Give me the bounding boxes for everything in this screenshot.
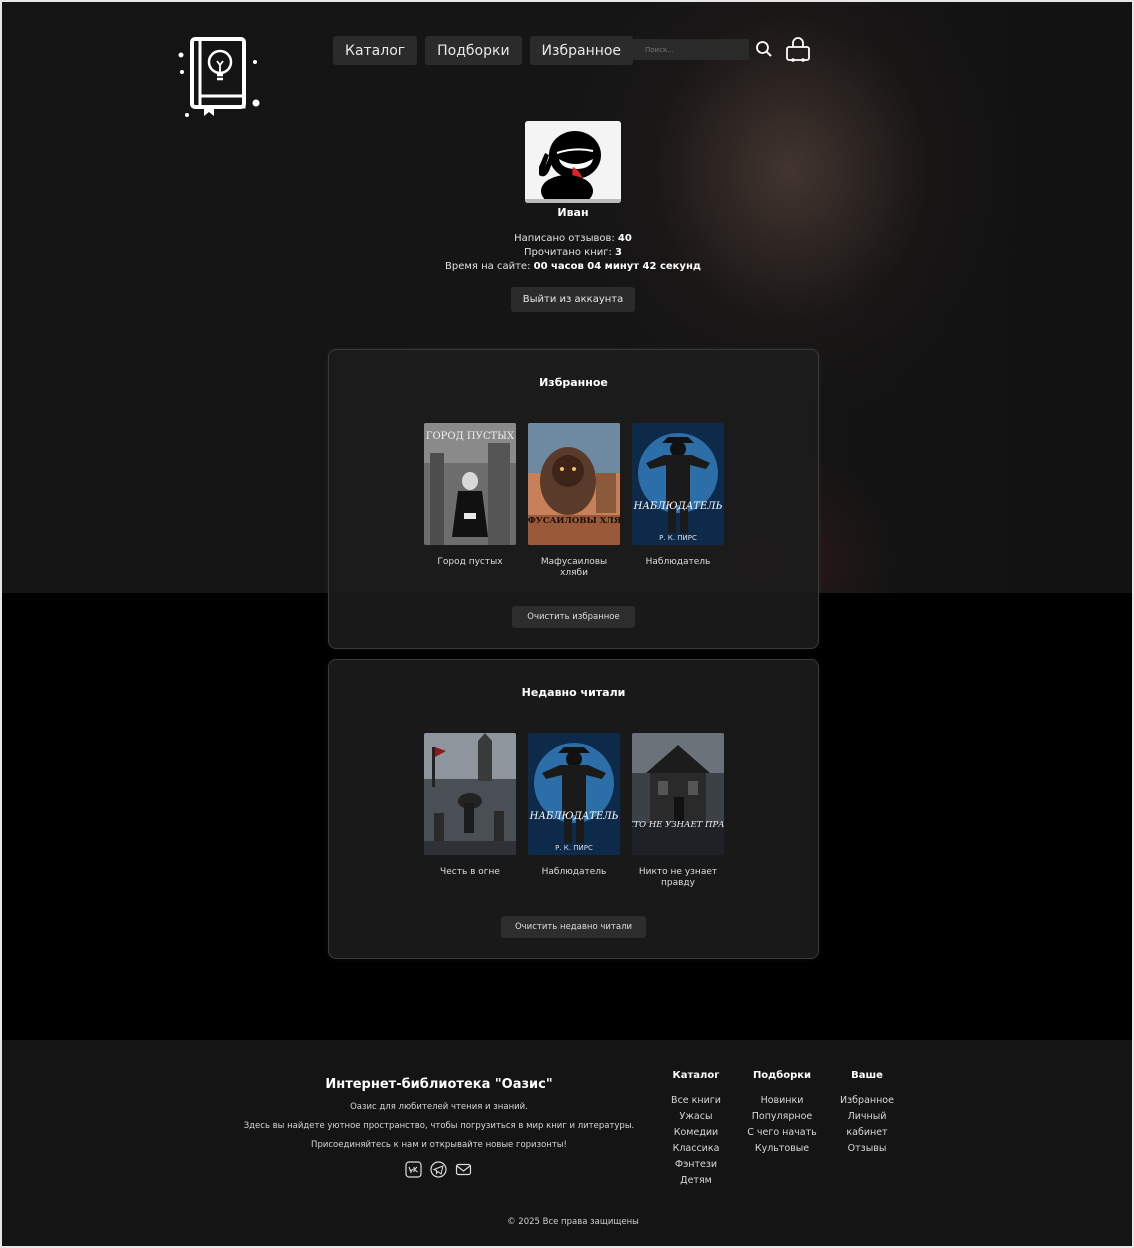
social-links [405,1161,472,1178]
favorites-panel: Избранное ГОРОД ПУСТЫХ Город пустых ФУСА… [328,349,819,649]
footer-column-heading: Подборки [752,1070,812,1081]
cover-text: МАФУСАИЛОВЫ ХЛЯБИ [528,516,620,526]
books-read-stat: Прочитано книг: 3 [523,247,623,258]
footer-column-collections: Подборки Новинки Популярное С чего начат… [740,1070,824,1157]
svg-text:Р. К. ПИРС: Р. К. ПИРС [659,534,697,542]
book-cover[interactable]: НАБЛЮДАТЕЛЬ Р. К. ПИРС [528,733,620,855]
search-icon[interactable] [755,40,773,58]
main-nav: Каталог Подборки Избранное [333,36,634,65]
book-card[interactable]: НАБЛЮДАТЕЛЬ Р. К. ПИРС Наблюдатель [528,733,620,889]
footer-link[interactable]: Классика [664,1141,728,1157]
mail-icon[interactable] [455,1161,472,1178]
footer-link[interactable]: Популярное [740,1109,824,1125]
book-cover[interactable]: НАБЛЮДАТЕЛЬ Р. К. ПИРС [632,423,724,545]
clear-recent-button[interactable]: Очистить недавно читали [501,916,646,938]
book-title: Наблюдатель [645,557,711,567]
svg-text:ГОРОД ПУСТЫХ: ГОРОД ПУСТЫХ [426,431,515,442]
book-title: Наблюдатель [541,867,607,877]
vk-icon[interactable] [405,1161,422,1178]
book-card[interactable]: НАБЛЮДАТЕЛЬ Р. К. ПИРС Наблюдатель [632,423,724,579]
footer-link[interactable]: Детям [664,1173,728,1189]
footer-invite: Присоединяйтесь к нам и открывайте новые… [311,1140,567,1150]
footer-link[interactable]: Комедии [664,1125,728,1141]
book-title: Город пустых [437,557,503,567]
footer-link[interactable]: С чего начать [740,1125,824,1141]
telegram-icon[interactable] [430,1161,447,1178]
copyright: © 2025 Все права защищены [507,1217,639,1227]
footer-description: Здесь вы найдете уютное пространство, чт… [243,1121,635,1131]
footer-link[interactable]: Культовые [740,1141,824,1157]
footer-column-yours: Ваше Избранное Личный кабинет Отзывы [834,1070,900,1157]
favorites-title: Избранное [539,376,608,389]
cart-icon[interactable] [783,35,813,65]
avatar [525,121,621,203]
footer-link[interactable]: Новинки [740,1093,824,1109]
time-on-site-stat: Время на сайте: 00 часов 04 минут 42 сек… [445,261,701,272]
book-title: Мафусаиловы хляби [540,557,608,578]
footer-title: Интернет-библиотека "Оазис" [325,1077,553,1092]
logout-button[interactable]: Выйти из аккаунта [511,287,635,312]
book-cover[interactable]: ГОРОД ПУСТЫХ [424,423,516,545]
book-cover[interactable]: НИКТО НЕ УЗНАЕТ ПРАВДУ [632,733,724,855]
footer-link[interactable]: Все книги [664,1093,728,1109]
user-name: Иван [557,206,589,219]
book-title: Никто не узнает правду [638,867,718,888]
footer-link[interactable]: Ужасы [664,1109,728,1125]
book-card[interactable]: ГОРОД ПУСТЫХ Город пустых [424,423,516,579]
nav-collections-button[interactable]: Подборки [425,36,522,65]
svg-text:Р. К. ПИРС: Р. К. ПИРС [555,844,593,852]
svg-text:НАБЛЮДАТЕЛЬ: НАБЛЮДАТЕЛЬ [529,811,619,822]
footer-link[interactable]: Отзывы [834,1141,900,1157]
footer-tagline: Оазис для любителей чтения и знаний. [350,1102,528,1112]
book-card[interactable]: НИКТО НЕ УЗНАЕТ ПРАВДУ Никто не узнает п… [632,733,724,889]
footer-column-heading: Каталог [672,1070,720,1081]
svg-text:НАБЛЮДАТЕЛЬ: НАБЛЮДАТЕЛЬ [633,501,723,512]
recent-list: Честь в огне НАБЛЮДАТЕЛЬ Р. К. ПИРС Набл… [424,733,724,889]
footer: Интернет-библиотека "Оазис" Оазис для лю… [0,1040,1134,1248]
book-card[interactable]: МАФУСАИЛОВЫ ХЛЯБИ Мафусаиловы хляби [528,423,620,579]
nav-favorites-button[interactable]: Избранное [529,36,634,65]
profile-stats: Написано отзывов: 40 Прочитано книг: 3 В… [403,232,743,274]
footer-column-catalog: Каталог Все книги Ужасы Комедии Классика… [664,1070,728,1189]
clear-favorites-button[interactable]: Очистить избранное [512,606,635,628]
reviews-stat: Написано отзывов: 40 [514,233,632,244]
book-cover[interactable] [424,733,516,855]
recent-title: Недавно читали [521,686,626,699]
logo-icon[interactable] [178,34,262,120]
footer-column-heading: Ваше [851,1070,883,1081]
book-card[interactable]: Честь в огне [424,733,516,889]
recent-panel: Недавно читали Честь в огне НАБЛЮДАТЕЛЬ … [328,659,819,959]
footer-link[interactable]: Фэнтези [664,1157,728,1173]
book-cover[interactable]: МАФУСАИЛОВЫ ХЛЯБИ [528,423,620,545]
favorites-list: ГОРОД ПУСТЫХ Город пустых МАФУСАИЛОВЫ ХЛ… [424,423,724,579]
footer-link[interactable]: Избранное [834,1093,900,1109]
nav-catalog-button[interactable]: Каталог [333,36,418,65]
search-input[interactable] [633,39,749,60]
svg-text:НИКТО НЕ УЗНАЕТ ПРАВДУ: НИКТО НЕ УЗНАЕТ ПРАВДУ [632,820,724,830]
footer-link[interactable]: Личный кабинет [834,1109,900,1141]
book-title: Честь в огне [440,867,500,877]
